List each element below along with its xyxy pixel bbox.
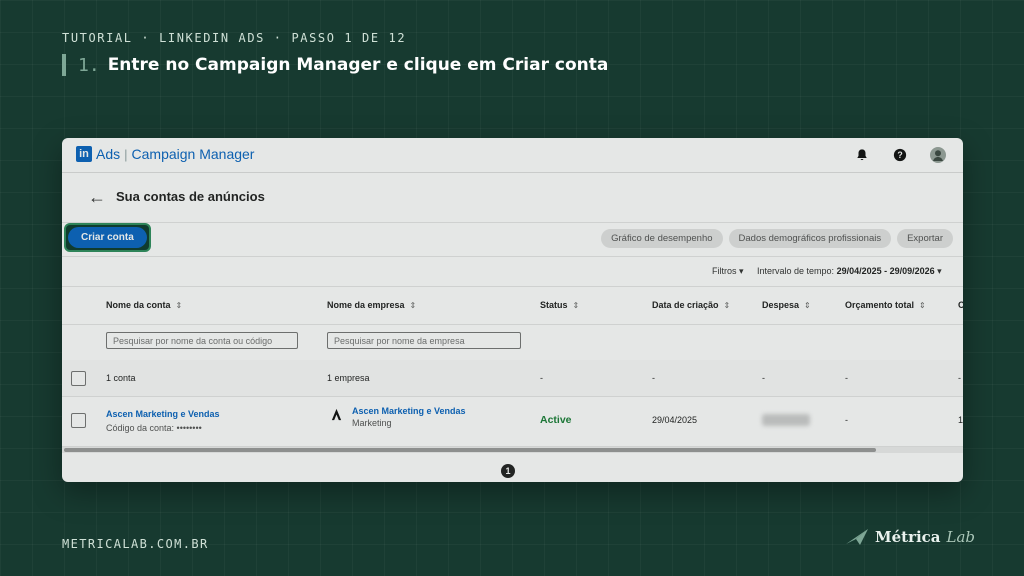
filters-dropdown[interactable]: Filtros ▾ <box>712 266 744 277</box>
table-row[interactable]: Ascen Marketing e Vendas Código da conta… <box>62 396 963 447</box>
date-range-dropdown[interactable]: Intervalo de tempo: 29/04/2025 - 29/09/2… <box>757 266 942 277</box>
horizontal-scrollbar[interactable] <box>62 447 963 453</box>
pagination-page-1[interactable]: 1 <box>501 464 515 478</box>
sort-icon: ⇕ <box>804 301 811 310</box>
column-label: C <box>958 300 963 310</box>
column-label: Despesa <box>762 300 800 310</box>
date-range-label: Intervalo de tempo: <box>757 266 835 276</box>
column-header-budget[interactable]: Orçamento total ⇕ <box>845 300 926 310</box>
summary-status: - <box>540 373 543 383</box>
footer-url: METRICALAB.COM.BR <box>62 537 209 551</box>
company-subtitle: Marketing <box>352 418 392 428</box>
budget-value: - <box>845 415 848 425</box>
paper-plane-icon <box>846 529 868 545</box>
column-label: Nome da conta <box>106 300 171 310</box>
column-header-created[interactable]: Data de criação ⇕ <box>652 300 730 310</box>
summary-row: 1 conta 1 empresa - - - - - <box>62 360 963 397</box>
caret-down-icon: ▾ <box>937 266 942 276</box>
column-header-spend[interactable]: Despesa ⇕ <box>762 300 811 310</box>
summary-accounts: 1 conta <box>106 373 136 383</box>
column-header-extra[interactable]: C <box>958 300 963 310</box>
campaign-manager-window: in Ads | Campaign Manager ? ← Sua contas… <box>62 138 963 482</box>
summary-budget: - <box>845 373 848 383</box>
bell-icon[interactable] <box>853 146 871 164</box>
caret-down-icon: ▾ <box>739 266 744 276</box>
action-bar: Criar conta Gráfico de desempenho Dados … <box>62 222 963 257</box>
summary-spend: - <box>762 373 765 383</box>
linkedin-ads-logo[interactable]: in Ads | Campaign Manager <box>76 146 254 162</box>
column-header-account[interactable]: Nome da conta ⇕ <box>106 300 182 310</box>
column-label: Nome da empresa <box>327 300 405 310</box>
column-header-company[interactable]: Nome da empresa ⇕ <box>327 300 416 310</box>
logo-separator: | <box>124 146 128 162</box>
filter-row: Filtros ▾ Intervalo de tempo: 29/04/2025… <box>62 256 963 287</box>
metrica-lab-logo: Métrica Lab <box>845 528 975 546</box>
column-header-status[interactable]: Status ⇕ <box>540 300 579 310</box>
company-name-link[interactable]: Ascen Marketing e Vendas <box>352 406 466 416</box>
status-badge: Active <box>540 414 572 426</box>
table-header: Nome da conta ⇕ Nome da empresa ⇕ Status ⇕ … <box>62 286 963 325</box>
sort-icon: ⇕ <box>409 301 417 310</box>
page-title: Sua contas de anúncios <box>116 189 265 204</box>
app-header: in Ads | Campaign Manager ? <box>62 138 963 173</box>
step-heading: 1. Entre no Campaign Manager e clique em… <box>62 52 608 78</box>
professional-demographics-button[interactable]: Dados demográficos profissionais <box>728 229 892 248</box>
sort-icon: ⇕ <box>175 301 183 310</box>
avatar[interactable] <box>929 146 947 164</box>
page-header: ← Sua contas de anúncios <box>62 172 963 223</box>
filters-label: Filtros <box>712 266 737 276</box>
summary-created: - <box>652 373 655 383</box>
account-code: Código da conta: •••••••• <box>106 423 202 433</box>
linkedin-in-icon: in <box>76 146 92 162</box>
extra-value: 1 <box>958 415 963 425</box>
sort-icon: ⇕ <box>723 301 731 310</box>
search-account-input[interactable] <box>106 332 298 349</box>
svg-text:?: ? <box>897 150 902 160</box>
scrollbar-thumb[interactable] <box>64 448 876 452</box>
sort-icon: ⇕ <box>919 301 926 310</box>
row-checkbox[interactable] <box>71 413 86 428</box>
date-range-value: 29/04/2025 - 29/09/2026 <box>836 266 935 276</box>
company-logo-icon <box>330 408 343 423</box>
create-button-highlight: Criar conta <box>64 223 151 252</box>
table-search-row <box>62 324 963 361</box>
help-icon[interactable]: ? <box>891 146 909 164</box>
brand-lab: Lab <box>946 528 976 546</box>
step-number: 1. <box>78 54 100 76</box>
column-label: Orçamento total <box>845 300 915 310</box>
create-account-button[interactable]: Criar conta <box>68 227 147 248</box>
summary-extra: - <box>958 373 961 383</box>
logo-ads-text: Ads <box>96 146 121 162</box>
export-button[interactable]: Exportar <box>897 229 953 248</box>
created-date: 29/04/2025 <box>652 415 698 425</box>
logo-product-name: Campaign Manager <box>131 146 255 162</box>
sort-icon: ⇕ <box>572 301 580 310</box>
tutorial-eyebrow: TUTORIAL · LINKEDIN ADS · PASSO 1 DE 12 <box>62 31 407 45</box>
account-name-link[interactable]: Ascen Marketing e Vendas <box>106 409 220 419</box>
column-label: Status <box>540 300 568 310</box>
back-arrow-icon[interactable]: ← <box>88 187 106 208</box>
search-company-input[interactable] <box>327 332 521 349</box>
select-all-checkbox[interactable] <box>71 371 86 386</box>
performance-chart-button[interactable]: Gráfico de desempenho <box>601 229 723 248</box>
brand-name: Métrica <box>875 528 941 546</box>
summary-companies: 1 empresa <box>327 373 370 383</box>
heading-accent-bar <box>62 54 66 76</box>
column-label: Data de criação <box>652 300 719 310</box>
step-instruction: Entre no Campaign Manager e clique em Cr… <box>107 55 609 75</box>
spend-value-blurred <box>762 414 810 426</box>
